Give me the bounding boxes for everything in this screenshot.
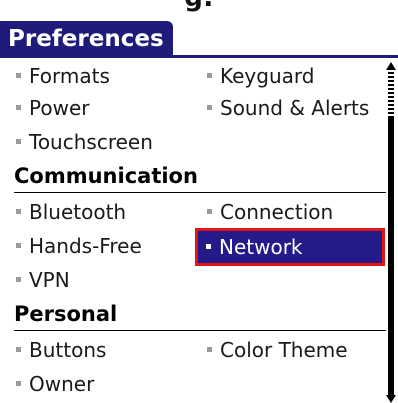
pref-item-connection[interactable]: Connection	[207, 196, 333, 228]
preferences-header: Preferences	[0, 18, 398, 58]
pref-item-label: Power	[29, 96, 90, 120]
bullet-icon	[207, 105, 212, 110]
bullet-icon	[207, 209, 212, 214]
bullet-icon	[16, 139, 21, 144]
pref-item-label: Connection	[220, 200, 334, 224]
pref-item-label: Hands-Free	[29, 234, 142, 258]
pref-item-buttons[interactable]: Buttons	[16, 334, 106, 366]
pref-item-bluetooth[interactable]: Bluetooth	[16, 196, 126, 228]
bullet-icon	[206, 244, 211, 249]
section-title: Personal	[14, 302, 118, 326]
preferences-title: Preferences	[0, 21, 173, 58]
pref-item-sound-alerts[interactable]: Sound & Alerts	[207, 92, 369, 124]
scroll-track[interactable]	[388, 70, 394, 118]
scroll-down-arrow-icon[interactable]	[386, 395, 396, 403]
pref-item-color-theme[interactable]: Color Theme	[207, 334, 348, 366]
pref-item-network[interactable]: Network	[195, 228, 385, 266]
bullet-icon	[16, 277, 21, 282]
pref-item-label: Formats	[29, 64, 110, 88]
section-title: Communication	[14, 164, 198, 188]
pref-item-owner[interactable]: Owner	[16, 368, 94, 400]
bullet-icon	[207, 347, 212, 352]
bullet-icon	[16, 243, 21, 248]
section-rule	[14, 330, 386, 331]
pref-item-label: Bluetooth	[29, 200, 127, 224]
pref-item-label: Color Theme	[220, 338, 348, 362]
pref-item-label: Buttons	[29, 338, 107, 362]
bullet-icon	[16, 209, 21, 214]
pref-item-label: VPN	[29, 268, 70, 292]
scroll-up-arrow-icon[interactable]	[386, 62, 396, 70]
preferences-list: Formats Keyguard Power Sound & Alerts To…	[0, 58, 398, 403]
scroll-thumb[interactable]	[388, 118, 394, 395]
pref-item-vpn[interactable]: VPN	[16, 264, 70, 296]
bullet-icon	[207, 73, 212, 78]
pref-item-hands-free[interactable]: Hands-Free	[16, 230, 142, 262]
bullet-icon	[16, 381, 21, 386]
bullet-icon	[16, 105, 21, 110]
pref-item-formats[interactable]: Formats	[16, 60, 110, 92]
section-rule	[14, 192, 386, 193]
pref-item-label: Owner	[29, 372, 95, 396]
section-communication: Communication	[0, 160, 386, 194]
scrollbar[interactable]	[386, 62, 396, 403]
partial-title-text: g.	[0, 0, 398, 13]
pref-item-label: Touchscreen	[29, 130, 153, 154]
pref-item-power[interactable]: Power	[16, 92, 89, 124]
bullet-icon	[16, 73, 21, 78]
pref-item-label: Network	[219, 235, 303, 259]
bullet-icon	[16, 347, 21, 352]
pref-item-label: Sound & Alerts	[220, 96, 370, 120]
section-personal: Personal	[0, 298, 386, 332]
pref-item-touchscreen[interactable]: Touchscreen	[16, 126, 153, 158]
pref-item-keyguard[interactable]: Keyguard	[207, 60, 314, 92]
top-strip: g.	[0, 0, 398, 18]
pref-item-label: Keyguard	[220, 64, 315, 88]
